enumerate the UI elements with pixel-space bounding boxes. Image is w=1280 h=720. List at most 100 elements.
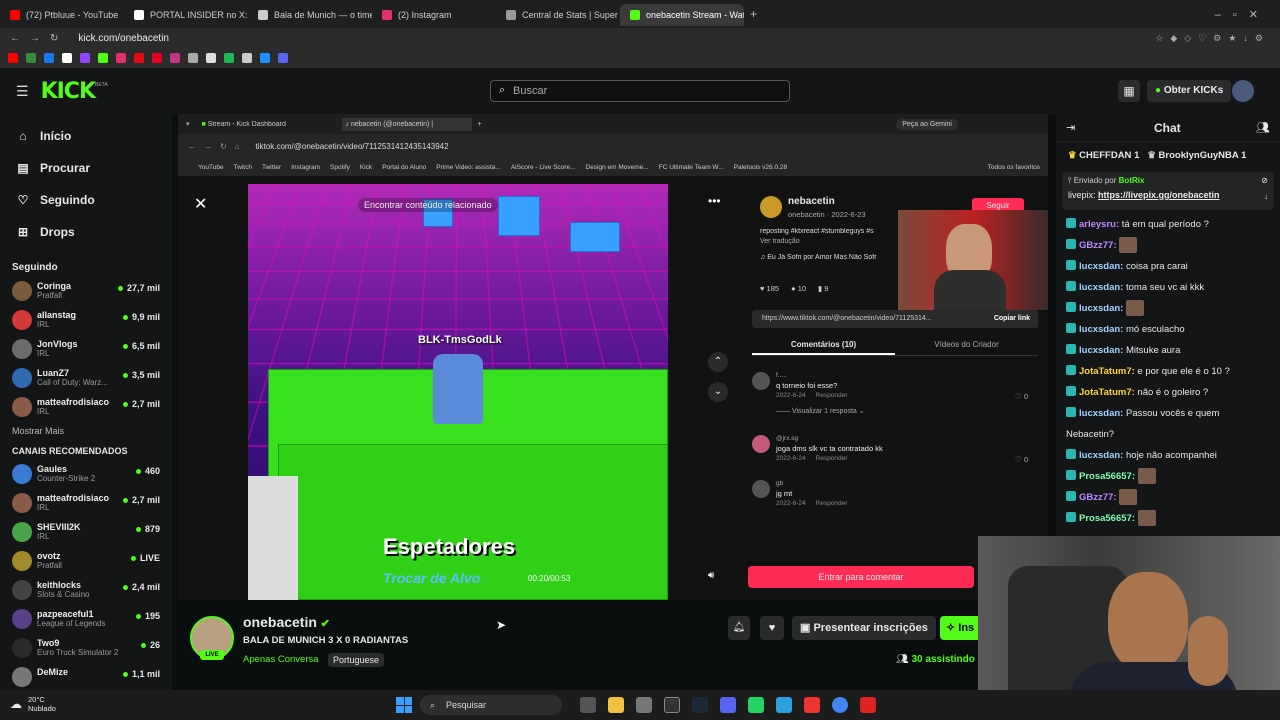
netflix-icon[interactable]	[134, 53, 144, 63]
window-controls[interactable]: ‒▫✕	[1215, 8, 1280, 21]
follow-heart-button[interactable]: ♥	[760, 616, 784, 640]
file-explorer-icon[interactable]	[608, 697, 624, 713]
expand-icon[interactable]: ↓	[1264, 192, 1268, 201]
app-icon[interactable]	[664, 697, 680, 713]
kick-icon[interactable]	[98, 53, 108, 63]
channel-item[interactable]: Two9 Euro Truck Simulator 2 26	[0, 634, 172, 663]
chat-username[interactable]: arleysru:	[1079, 219, 1119, 230]
whatsapp-icon[interactable]	[748, 697, 764, 713]
chat-username[interactable]: GBzz77:	[1079, 492, 1116, 503]
chat-username[interactable]: lucxsdan:	[1079, 408, 1123, 419]
weather-widget[interactable]: ☁ 20°C Nublado	[10, 695, 56, 713]
globe-icon	[506, 10, 516, 20]
obtain-kicks-button[interactable]: ● Obter KICKs	[1147, 80, 1231, 102]
channel-item[interactable]: Coringa Pratfall 27,7 mil	[0, 277, 172, 306]
chat-username[interactable]: lucxsdan:	[1079, 261, 1123, 272]
task-view-icon[interactable]	[580, 697, 596, 713]
channel-item[interactable]: Gaules Counter-Strike 2 460	[0, 460, 172, 489]
browser-tab[interactable]: Bala de Munich — o time c	[248, 4, 372, 26]
collapse-chat-icon[interactable]: ⇥	[1066, 121, 1075, 134]
viewer-count: 3,5 mil	[123, 370, 160, 380]
discord-icon[interactable]	[720, 697, 736, 713]
opera-icon[interactable]	[804, 697, 820, 713]
channel-item[interactable]: JonVlogs IRL 6,5 mil	[0, 335, 172, 364]
nav-following[interactable]: ♡ Seguindo	[0, 184, 172, 216]
stream-player[interactable]: ▾ ■ Stream - Kick Dashboard ♪ nebacetin …	[178, 114, 1048, 600]
chat-users-icon[interactable]: 👥︎	[1256, 121, 1270, 134]
channel-item[interactable]: pazpeaceful1 League of Legends 195	[0, 605, 172, 634]
channel-name[interactable]: onebacetin ✔	[243, 614, 330, 630]
bell-icon[interactable]: 🔔︎	[728, 616, 750, 640]
nav-drops[interactable]: ⊞ Drops	[0, 216, 172, 248]
chat-username[interactable]: lucxsdan:	[1079, 303, 1123, 314]
channel-item[interactable]: matteafrodisiaco IRL 2,7 mil	[0, 489, 172, 518]
chat-username[interactable]: Prosa56657:	[1079, 513, 1135, 524]
nav-home[interactable]: ⌂ Início	[0, 120, 172, 152]
spotify-icon[interactable]	[224, 53, 234, 63]
chat-username[interactable]: GBzz77:	[1079, 240, 1116, 251]
language-tag[interactable]: Portuguese	[328, 653, 384, 667]
viewers-number: 30	[911, 654, 922, 665]
channel-item[interactable]: allanstag IRL 9,9 mil	[0, 306, 172, 335]
facebook-icon[interactable]	[44, 53, 54, 63]
chat-username[interactable]: lucxsdan:	[1079, 345, 1123, 356]
menu-icon[interactable]: ☰	[16, 83, 29, 100]
channel-item[interactable]: SHEVIII2K IRL 879	[0, 518, 172, 547]
chat-username[interactable]: lucxsdan:	[1079, 450, 1123, 461]
bookmark-icon[interactable]	[206, 53, 216, 63]
instagram-icon[interactable]	[116, 53, 126, 63]
kick-logo[interactable]: KICK	[41, 79, 95, 104]
show-more-link[interactable]: Mostrar Mais	[0, 426, 172, 436]
browser-tab[interactable]: (2) Instagram	[372, 4, 496, 26]
taskbar-search[interactable]: ⌕ Pesquisar	[420, 695, 562, 715]
avatar[interactable]	[1232, 80, 1254, 102]
stream-category[interactable]: Apenas Conversa	[243, 654, 319, 665]
save-stat: ▮ 9	[818, 284, 828, 293]
url-field[interactable]: kick.com/onebacetin	[78, 33, 169, 44]
channel-item[interactable]: keithlocks Slots & Casino 2,4 mil	[0, 576, 172, 605]
bookmark-icon[interactable]	[26, 53, 36, 63]
discord-icon[interactable]	[278, 53, 288, 63]
unpin-icon[interactable]: ⊘	[1261, 176, 1268, 185]
chat-username[interactable]: Prosa56657:	[1079, 471, 1135, 482]
steam-icon[interactable]	[692, 697, 708, 713]
x-icon[interactable]	[62, 53, 72, 63]
bookmark-icon[interactable]	[188, 53, 198, 63]
telegram-icon[interactable]	[776, 697, 792, 713]
app-icon[interactable]	[860, 697, 876, 713]
search-input[interactable]: ⌕ Buscar	[490, 80, 790, 102]
gifter[interactable]: ♛ BrooklynGuyNBA 1	[1147, 150, 1246, 161]
browser-tab[interactable]: Central de Stats | Super Ce	[496, 4, 620, 26]
nav-label: Seguindo	[40, 193, 95, 207]
new-tab-button[interactable]: +	[750, 7, 757, 21]
pinned-link[interactable]: https://livepix.gg/onebacetin	[1098, 190, 1220, 200]
nav-browse[interactable]: ▤ Procurar	[0, 152, 172, 184]
settings-icon[interactable]	[636, 697, 652, 713]
chat-username[interactable]: lucxsdan:	[1079, 282, 1123, 293]
layout-icon[interactable]: ▦	[1118, 80, 1140, 102]
youtube-icon[interactable]	[8, 53, 18, 63]
channel-item[interactable]: DeMize 1,1 mil	[0, 663, 172, 692]
chat-username[interactable]: JotaTatum7:	[1079, 366, 1135, 377]
inner-tabbar: ▾ ■ Stream - Kick Dashboard ♪ nebacetin …	[178, 114, 1048, 134]
windows-start-icon[interactable]	[396, 697, 412, 713]
chrome-icon[interactable]	[832, 697, 848, 713]
browser-tab[interactable]: PORTAL INSIDER no X: "	[124, 4, 248, 26]
browser-tab[interactable]: (72) Ptbluue - YouTube	[0, 4, 124, 26]
bookmark-icon[interactable]	[170, 53, 180, 63]
channel-item[interactable]: ovotz Pratfall LIVE	[0, 547, 172, 576]
chat-username[interactable]: JotaTatum7:	[1079, 387, 1135, 398]
pinterest-icon[interactable]	[152, 53, 162, 63]
channel-item[interactable]: matteafrodisiaco IRL 2,7 mil	[0, 393, 172, 422]
channel-item[interactable]: LuanZ7 Call of Duty: Warz... 3,5 mil	[0, 364, 172, 393]
gift-subs-button[interactable]: ▣ Presentear inscrições	[792, 616, 936, 640]
browser-tab-active[interactable]: onebacetin Stream - Watch✕	[620, 4, 744, 26]
bookmark-icon[interactable]	[260, 53, 270, 63]
bookmark-icon[interactable]	[242, 53, 252, 63]
chat-username[interactable]: lucxsdan:	[1079, 324, 1123, 335]
twitch-icon[interactable]	[80, 53, 90, 63]
viewer-count: 195	[136, 611, 160, 621]
nav-buttons[interactable]: ←→↻	[10, 33, 68, 44]
extension-icons[interactable]: ☆◆◇♡⚙★↓⚙	[1155, 33, 1280, 44]
gifter[interactable]: ♛ CHEFFDAN 1	[1068, 150, 1139, 161]
